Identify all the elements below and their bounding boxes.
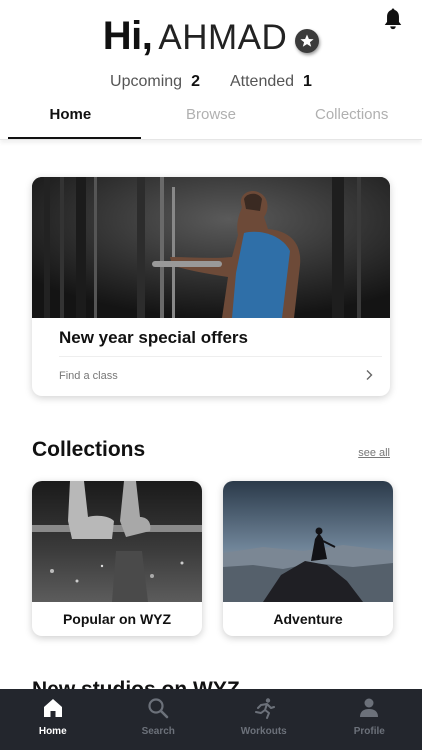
nav-search-label: Search — [141, 726, 175, 737]
attended-count: 1 — [303, 73, 312, 90]
popular-image — [32, 481, 202, 602]
collection-label-popular: Popular on WYZ — [62, 611, 172, 627]
find-class-link[interactable]: Find a class — [59, 370, 118, 382]
nav-search[interactable]: Search — [106, 689, 212, 750]
hero-divider — [59, 356, 382, 357]
nav-home[interactable]: Home — [0, 689, 106, 750]
collection-card-popular[interactable]: Popular on WYZ — [32, 481, 202, 636]
special-offers-card[interactable]: New year special offers Find a class — [32, 177, 390, 396]
upcoming-count: 2 — [191, 73, 200, 90]
top-tabs: Home Browse Collections — [0, 100, 422, 140]
attendance-stats: Upcoming 2 Attended 1 — [0, 73, 422, 91]
hero-title: New year special offers — [59, 328, 248, 347]
adventure-image — [223, 481, 393, 602]
nav-home-label: Home — [38, 726, 67, 737]
collection-card-adventure[interactable]: Adventure — [223, 481, 393, 636]
collection-label-adventure: Adventure — [273, 611, 343, 627]
star-icon — [295, 28, 320, 53]
runner-icon — [254, 698, 275, 719]
home-screen: Hi, AHMAD Upcoming 2 Attended 1 Home Browse … — [0, 0, 422, 750]
tab-collections[interactable]: Collections — [281, 100, 422, 139]
nav-workouts[interactable]: Workouts — [211, 689, 317, 750]
upcoming-label: Upcoming — [110, 73, 183, 90]
home-icon — [43, 699, 62, 717]
attended-label: Attended — [229, 73, 295, 90]
bottom-nav: Home Search Workouts Profile — [0, 689, 422, 750]
person-icon — [360, 698, 379, 717]
nav-profile-label: Profile — [353, 726, 385, 737]
chevron-right-icon — [366, 370, 373, 380]
tab-home[interactable]: Home — [0, 100, 141, 139]
greeting: Hi, AHMAD — [0, 14, 422, 59]
see-all-link[interactable]: see all — [358, 447, 390, 459]
tab-browse[interactable]: Browse — [141, 100, 282, 139]
collections-title: Collections — [32, 438, 146, 461]
nav-profile[interactable]: Profile — [317, 689, 422, 750]
greeting-text: Hi, — [102, 14, 153, 58]
nav-workouts-label: Workouts — [240, 726, 287, 737]
search-icon — [148, 698, 169, 719]
user-name: AHMAD — [158, 18, 288, 57]
hero-image — [32, 177, 390, 318]
